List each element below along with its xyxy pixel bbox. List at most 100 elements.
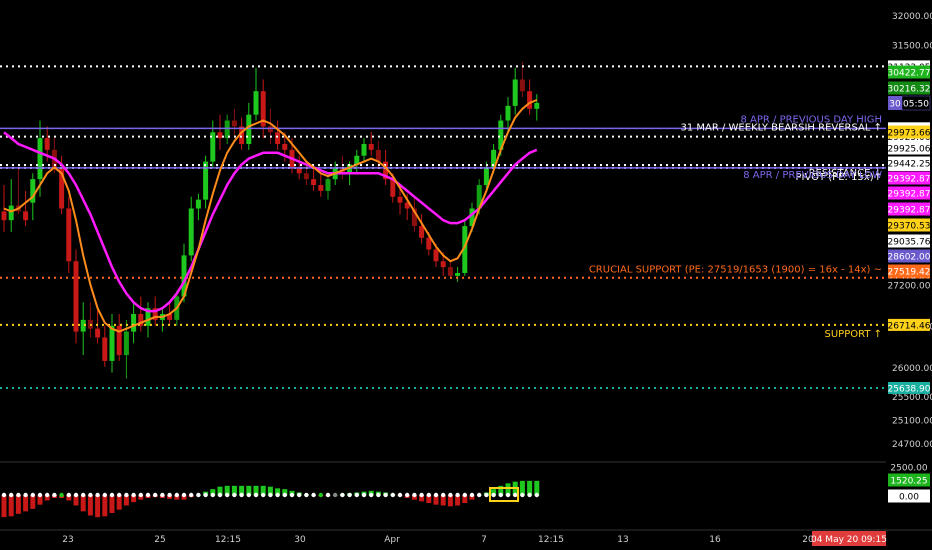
oscillator-dot — [498, 492, 503, 498]
oscillator-dot — [102, 492, 108, 498]
oscillator-dot — [462, 492, 467, 498]
price-badge-text: 29392.87 — [888, 175, 931, 185]
candle-body — [253, 91, 259, 115]
candle-body — [361, 143, 367, 156]
candle-body — [440, 261, 446, 268]
oscillator-dot — [124, 492, 129, 498]
candle-body — [519, 79, 525, 92]
oscillator-dot — [340, 492, 345, 498]
candle-body — [368, 143, 374, 150]
x-tick-label: 7 — [481, 535, 487, 545]
y-tick-label: 32000.00 — [892, 12, 932, 22]
candle-body — [102, 337, 108, 361]
level-label: 8 APR / PREVIOUS DAY LOW — [743, 170, 882, 181]
candle-body — [131, 314, 137, 332]
oscillator-dot — [347, 492, 352, 498]
candle-body — [267, 126, 273, 133]
oscillator-bar — [102, 495, 108, 517]
oscillator-dot — [448, 492, 453, 498]
oscillator-dot — [534, 492, 539, 498]
oscillator-dot — [513, 492, 518, 498]
oscillator-dot — [505, 492, 511, 498]
candle-body — [73, 261, 79, 332]
oscillator-dot — [275, 492, 280, 498]
x-tick-label: 16 — [709, 535, 721, 545]
oscillator-dot — [318, 492, 323, 498]
x-tick-label: 23 — [62, 535, 73, 545]
candle-body — [188, 208, 194, 256]
oscillator-dot — [477, 492, 482, 498]
oscillator-dot — [66, 492, 72, 498]
oscillator-dot — [361, 492, 367, 498]
oscillator-dot — [16, 492, 21, 498]
candle-body — [195, 199, 201, 209]
trading-chart[interactable]: 8 APR / PREVIOUS DAY HIGH31 MAR / WEEKLY… — [0, 0, 932, 550]
oscillator-bar — [87, 495, 93, 516]
oscillator-dot — [217, 492, 223, 498]
oscillator-dot — [297, 492, 302, 498]
price-axis[interactable]: 32000.00 31500.00 26000.00 25500.00 25100.00… — [886, 0, 932, 530]
candle-body — [433, 249, 439, 262]
price-badge-text: 28602.00 — [888, 253, 931, 263]
oscillator-badge-text: 1520.25 — [890, 477, 927, 487]
candle-body — [1, 211, 7, 221]
oscillator-dot — [397, 492, 403, 498]
oscillator-dot — [145, 492, 151, 498]
oscillator-dot — [59, 492, 64, 498]
level-price-text: 25638.90 — [888, 384, 931, 394]
oscillator-dot — [131, 492, 136, 498]
oscillator-dot — [160, 492, 165, 498]
oscillator-dot — [203, 492, 208, 498]
oscillator-dot — [225, 492, 230, 498]
level-label: 31 MAR / WEEKLY BEARSIH REVERSAL ↑ — [681, 123, 883, 134]
oscillator-dot — [109, 492, 115, 498]
date-badge-text: 04 May 20 09:15 — [811, 535, 887, 545]
oscillator-dot — [520, 492, 525, 498]
x-tick-label: 25 — [154, 535, 165, 545]
oscillator-dot — [1, 492, 7, 498]
oscillator-dot — [261, 492, 266, 498]
x-tick-label: 30 — [294, 535, 306, 545]
oscillator-dot — [9, 492, 14, 498]
price-badge-text: 29925.06 — [888, 145, 931, 155]
candle-body — [37, 138, 43, 180]
y-tick-label: 31500.00 — [892, 41, 932, 51]
oscillator-dot — [88, 492, 93, 498]
candle-body — [325, 179, 331, 191]
oscillator-dot — [390, 492, 395, 498]
oscillator-dot — [196, 492, 201, 498]
oscillator-dot — [412, 492, 417, 498]
price-badge-text: 29035.76 — [888, 238, 931, 248]
oscillator-dot — [369, 492, 374, 498]
price-badge-text: 27519.42 — [888, 268, 931, 278]
oscillator-badge-text: 2500.00 — [890, 464, 927, 474]
candle-body — [512, 79, 518, 106]
oscillator-dot — [253, 492, 259, 498]
oscillator-dot — [469, 492, 475, 498]
y-tick-label: 25500.00 — [892, 393, 932, 403]
y-tick-label: 24700.00 — [892, 440, 932, 450]
candle-body — [534, 102, 540, 109]
oscillator-dot — [325, 492, 331, 498]
oscillator-dot — [189, 492, 194, 498]
oscillator-dot — [405, 492, 410, 498]
oscillator-dot — [174, 492, 179, 498]
oscillator-dot — [95, 492, 100, 498]
oscillator-dot — [441, 492, 446, 498]
x-tick-label: Apr — [384, 535, 400, 545]
oscillator-dot — [354, 492, 359, 498]
oscillator-dot — [239, 492, 244, 498]
y-tick-label: 26000.00 — [892, 364, 932, 374]
oscillator-dot — [52, 492, 57, 498]
candle-body — [483, 167, 489, 186]
price-badge-text: 29392.87 — [888, 190, 931, 200]
price-badge-text: 29370.53 — [888, 222, 931, 232]
oscillator-dot — [383, 492, 388, 498]
oscillator-dot — [376, 492, 381, 498]
oscillator-bar — [15, 495, 21, 514]
oscillator-bar — [23, 495, 29, 512]
oscillator-dot — [246, 492, 251, 498]
candle-body — [455, 272, 461, 276]
oscillator-dot — [311, 492, 316, 498]
oscillator-dot — [45, 492, 50, 498]
